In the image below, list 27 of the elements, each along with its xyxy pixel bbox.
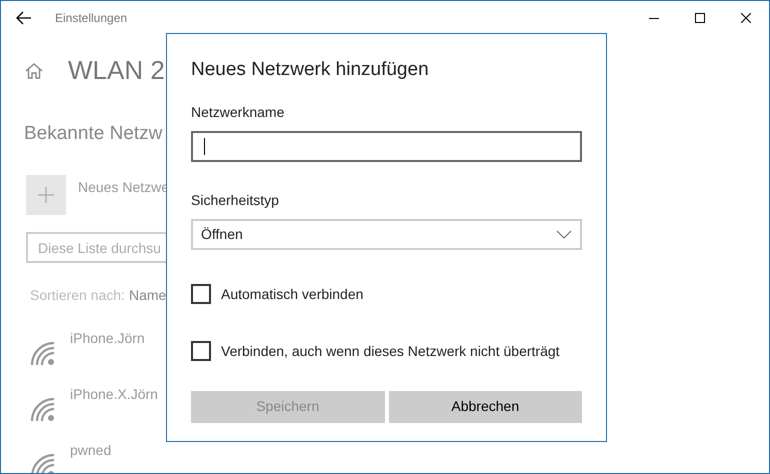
maximize-icon [695,13,705,23]
cancel-button[interactable]: Abbrechen [388,390,582,422]
network-name-field[interactable] [191,130,582,162]
wifi-icon [29,452,55,473]
dialog-title: Neues Netzwerk hinzufügen [191,58,430,82]
checkbox[interactable] [191,341,211,361]
sort-label: Sortieren nach: [30,286,125,304]
chevron-icon [556,230,572,238]
network-name[interactable]: iPhone.X.Jörn [70,384,158,404]
wifi-icon [29,396,55,422]
security-type-dropdown[interactable]: Öffnen [191,218,582,250]
checkbox[interactable] [191,284,211,304]
wifi-icon [29,340,55,366]
sort-value[interactable]: Name [128,284,166,306]
section-heading: Bekannte Netzw [24,122,162,146]
window-title: Einstellungen [55,10,128,27]
close-icon [741,13,751,23]
plus-icon [37,186,55,204]
network-name[interactable]: iPhone.Jörn [70,328,145,348]
home-icon[interactable] [24,60,44,80]
field-label: Netzwerkname [191,102,286,122]
checkbox-label[interactable]: Automatisch verbinden [221,284,364,304]
checkbox-label[interactable]: Verbinden, auch wenn dieses Netzwerk nicht überträgt [221,340,560,362]
page-title: WLAN 2 [68,54,165,87]
back-arrow-icon [16,11,32,25]
field-label: Sicherheitstyp [191,190,280,210]
network-name[interactable]: pwned [70,440,112,460]
